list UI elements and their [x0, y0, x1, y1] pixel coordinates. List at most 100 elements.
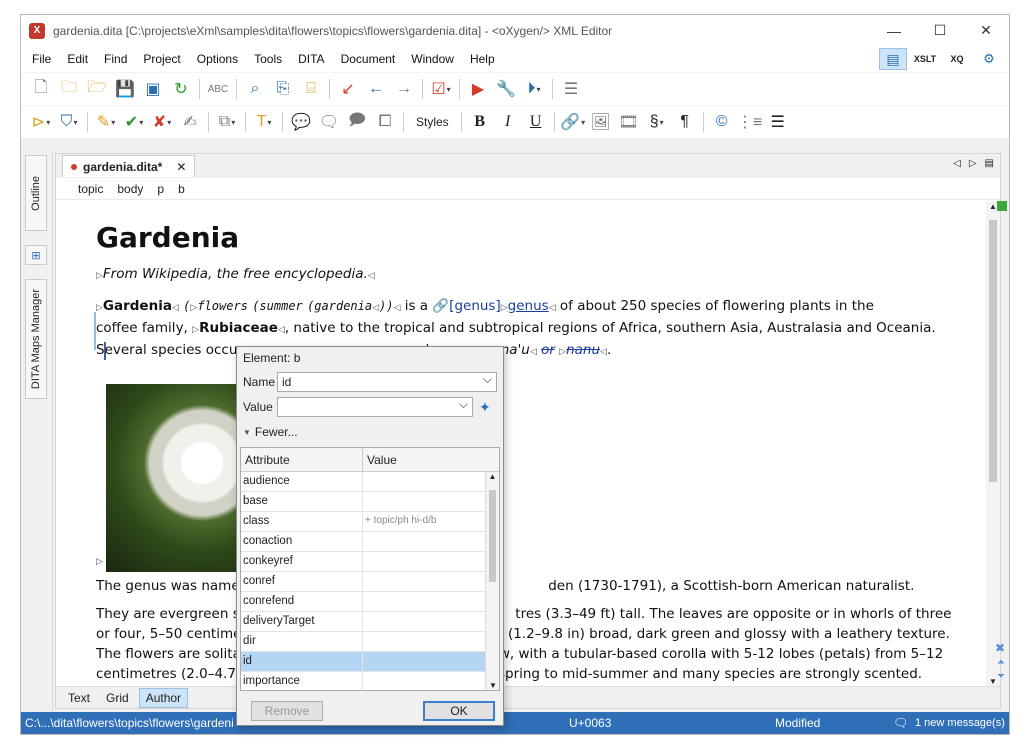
menu-project[interactable]: Project [135, 52, 188, 66]
database-perspective-icon[interactable]: ⚙ [975, 48, 1003, 70]
maximize-button[interactable]: ☐ [917, 15, 963, 46]
column-header-value[interactable]: Value [363, 448, 401, 471]
track-changes-icon[interactable]: ✎ [92, 109, 120, 135]
highlight-icon[interactable]: T [250, 109, 278, 135]
genus-xref[interactable]: [genus] [449, 298, 501, 314]
tab-prev-icon[interactable]: ◁ [953, 158, 961, 169]
menu-file[interactable]: File [24, 52, 59, 66]
scroll-down-icon[interactable]: ▼ [989, 677, 997, 686]
xquery-debugger-icon[interactable]: XQ [943, 48, 971, 70]
menu-dita[interactable]: DITA [290, 52, 332, 66]
insert-media-icon[interactable]: 🎞 [615, 109, 643, 135]
next-marker-icon[interactable]: ⏶ [997, 657, 1005, 668]
format-indent-icon[interactable]: ☰ [557, 76, 585, 102]
outline-view-tab[interactable]: Outline [25, 155, 47, 231]
menu-document[interactable]: Document [333, 52, 404, 66]
table-row[interactable]: dir [241, 632, 499, 652]
menu-edit[interactable]: Edit [59, 52, 96, 66]
save-all-icon[interactable]: ▣ [139, 76, 167, 102]
minimize-button[interactable]: — [871, 15, 917, 46]
add-comment-icon[interactable]: 💬 [287, 109, 315, 135]
menu-window[interactable]: Window [403, 52, 462, 66]
scroll-up-icon[interactable]: ▲ [989, 202, 997, 211]
scrollbar-thumb[interactable] [989, 220, 997, 482]
remove-comment-icon[interactable]: 🗩 [343, 109, 371, 135]
table-row[interactable]: class + topic/ph hi-d/b [241, 512, 499, 532]
run-transformation-icon[interactable]: ⏵ [520, 76, 548, 102]
find-in-folder-icon[interactable]: ⌸ [297, 76, 325, 102]
back-icon[interactable]: ← [362, 76, 390, 102]
insert-codeblock-icon[interactable]: © [708, 109, 736, 135]
section-button[interactable]: § [643, 109, 671, 135]
table-row[interactable]: deliveryTarget [241, 612, 499, 632]
close-tab-icon[interactable]: ✕ [176, 160, 186, 174]
table-row[interactable]: conrefend [241, 592, 499, 612]
menu-tools[interactable]: Tools [246, 52, 290, 66]
table-row[interactable]: importance [241, 672, 499, 690]
forward-icon[interactable]: → [390, 76, 418, 102]
mode-tab-text[interactable]: Text [62, 689, 96, 707]
paragraph-button[interactable]: ¶ [671, 109, 699, 135]
open-url-icon[interactable]: 🗁 [83, 76, 111, 102]
bold-button[interactable]: B [466, 109, 494, 135]
styles-dropdown[interactable]: Styles [408, 115, 457, 129]
table-row-selected[interactable]: id [241, 652, 499, 672]
reload-icon[interactable]: ↻ [167, 76, 195, 102]
comment-change-icon[interactable]: ✍ [176, 109, 204, 135]
scrollbar-thumb[interactable] [489, 490, 496, 582]
xslt-debugger-icon[interactable]: XSLT [911, 48, 939, 70]
editor-perspective-icon[interactable]: ▤ [879, 48, 907, 70]
attribute-name-combo[interactable]: id [277, 372, 497, 392]
italic-button[interactable]: I [494, 109, 522, 135]
collapse-arrow-icon[interactable]: ▼ [243, 428, 251, 437]
prev-marker-icon[interactable]: ⏷ [997, 671, 1005, 682]
breadcrumb-body[interactable]: body [117, 182, 143, 196]
underline-button[interactable]: U [522, 109, 550, 135]
configure-transformation-icon[interactable]: 🔧 [492, 76, 520, 102]
mode-tab-grid[interactable]: Grid [100, 689, 135, 707]
messages-icon[interactable]: 🗨 [893, 716, 908, 730]
close-window-button[interactable]: ✕ [963, 15, 1009, 46]
edit-comment-icon[interactable]: 🗨 [315, 109, 343, 135]
find-icon[interactable]: ⌕ [241, 76, 269, 102]
magic-wand-icon[interactable]: ✦ [479, 399, 491, 416]
menu-find[interactable]: Find [96, 52, 135, 66]
tab-next-icon[interactable]: ▷ [969, 158, 977, 169]
spell-check-icon[interactable]: ABC [204, 76, 232, 102]
table-row[interactable]: conkeyref [241, 552, 499, 572]
table-row[interactable]: conref [241, 572, 499, 592]
open-file-icon[interactable]: 🗀 [55, 76, 83, 102]
breadcrumb-topic[interactable]: topic [78, 182, 103, 196]
close-marker-icon[interactable]: ✖ [995, 641, 1005, 655]
save-icon[interactable]: 💾 [111, 76, 139, 102]
breadcrumb-p[interactable]: p [157, 182, 164, 196]
manage-comments-icon[interactable]: ⧠ [371, 109, 399, 135]
breadcrumb-b[interactable]: b [178, 182, 185, 196]
mode-tab-author[interactable]: Author [138, 687, 189, 708]
dita-maps-view-icon[interactable]: ⊞ [25, 245, 47, 265]
accept-change-icon[interactable]: ✔ [120, 109, 148, 135]
deleted-text-or[interactable]: or [541, 342, 555, 358]
fewer-toggle[interactable]: Fewer... [255, 425, 298, 439]
deleted-text-nanu[interactable]: nanu [566, 342, 600, 358]
manage-changes-icon[interactable]: ⧉ [213, 109, 241, 135]
tags-display-icon[interactable]: ⊳ [27, 109, 55, 135]
reject-change-icon[interactable]: ✘ [148, 109, 176, 135]
scroll-down-icon[interactable]: ▼ [489, 681, 497, 690]
link-icon[interactable]: 🔗 [559, 109, 587, 135]
menu-help[interactable]: Help [462, 52, 503, 66]
ordered-list-icon[interactable]: ⋮≡ [736, 109, 764, 135]
editor-tab-gardenia[interactable]: gardenia.dita* ✕ [62, 155, 196, 177]
go-to-last-modification-icon[interactable]: ↙ [334, 76, 362, 102]
new-file-icon[interactable]: 🗋 [27, 76, 55, 102]
ok-button[interactable]: OK [423, 701, 495, 721]
tab-list-icon[interactable]: ▤ [985, 158, 994, 169]
table-row[interactable]: audience [241, 472, 499, 492]
remove-button[interactable]: Remove [251, 701, 323, 721]
unordered-list-icon[interactable]: ☰ [764, 109, 792, 135]
attribute-value-combo[interactable] [277, 397, 473, 417]
scroll-up-icon[interactable]: ▲ [486, 472, 499, 481]
table-scrollbar[interactable]: ▲ ▼ [485, 472, 499, 690]
table-row[interactable]: conaction [241, 532, 499, 552]
menu-options[interactable]: Options [189, 52, 246, 66]
